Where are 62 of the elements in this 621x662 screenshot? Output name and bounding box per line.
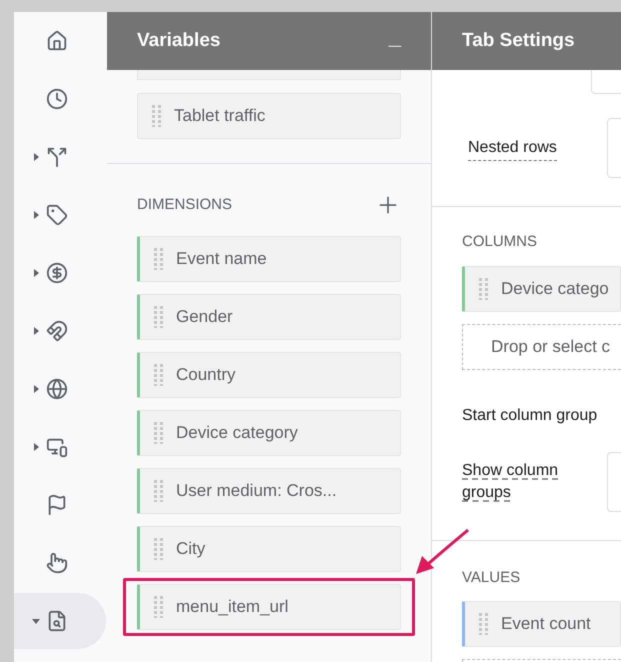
drag-handle-icon[interactable] (479, 613, 489, 635)
setting-label: Show column groups (462, 460, 560, 502)
setting-label: Nested rows (468, 136, 557, 160)
magnet-icon (46, 320, 68, 342)
variable-chip[interactable]: City (137, 526, 401, 572)
variable-chip[interactable]: Device catego (462, 266, 621, 312)
variable-chip[interactable]: Device category (137, 410, 401, 456)
panel-title: Tab Settings (462, 28, 575, 53)
chip-label: Event name (176, 248, 267, 270)
home-icon (46, 30, 68, 52)
select-field[interactable] (591, 70, 621, 94)
drag-handle-icon[interactable] (154, 538, 164, 560)
flag-icon (46, 494, 68, 516)
drag-handle-icon[interactable] (154, 306, 164, 328)
select-field[interactable] (607, 118, 621, 178)
chip-label: Device catego (501, 278, 609, 300)
caret-right-icon[interactable] (32, 385, 40, 393)
variable-chip[interactable]: Gender (137, 294, 401, 340)
pointer-icon (46, 552, 68, 574)
drag-handle-icon[interactable] (154, 364, 164, 386)
variable-chip[interactable]: menu_item_url (137, 584, 401, 630)
caret-right-icon[interactable] (32, 269, 40, 277)
drag-handle-icon[interactable] (479, 278, 489, 300)
chip-label: Country (176, 364, 236, 386)
caret-right-icon[interactable] (32, 211, 40, 219)
devices-icon (46, 436, 68, 458)
chip-label: menu_item_url (176, 596, 288, 618)
chip-label: Tablet traffic (174, 105, 266, 128)
nav-item[interactable] (14, 593, 106, 649)
minimize-button[interactable]: _ (388, 26, 401, 56)
section-heading: COLUMNS (462, 232, 538, 252)
section-heading: DIMENSIONS (137, 194, 232, 215)
caret-right-icon[interactable] (32, 153, 40, 161)
caret-right-icon[interactable] (32, 443, 40, 451)
drop-zone[interactable]: Drop or select c (462, 324, 621, 370)
caret-down-icon[interactable] (32, 617, 40, 625)
chip-label: User medium: Cros... (176, 480, 337, 502)
drag-handle-icon[interactable] (154, 596, 164, 618)
dollar-icon (46, 262, 68, 284)
drag-handle-icon[interactable] (152, 105, 162, 127)
branch-icon (46, 146, 68, 168)
globe-icon (46, 378, 68, 400)
drag-handle-icon[interactable] (154, 248, 164, 270)
chip-label: Event count (501, 613, 591, 636)
drag-handle-icon[interactable] (154, 480, 164, 502)
chip-label: City (176, 538, 206, 560)
report-icon (46, 610, 68, 632)
variable-chip[interactable]: Event count (462, 601, 621, 647)
panel-title: Variables (137, 28, 220, 53)
variable-chip[interactable]: Event name (137, 236, 401, 282)
drag-handle-icon[interactable] (154, 422, 164, 444)
clock-icon (46, 88, 68, 110)
chip-label: Gender (176, 306, 233, 328)
select-field[interactable] (607, 452, 621, 512)
tag-icon (46, 204, 68, 226)
caret-right-icon[interactable] (32, 327, 40, 335)
section-heading: VALUES (462, 568, 522, 588)
setting-label: Start column group (462, 406, 598, 426)
variable-chip[interactable]: Tablet traffic (137, 93, 401, 139)
chip-label: Device category (176, 422, 298, 444)
variable-chip[interactable]: User medium: Cros... (137, 468, 401, 514)
variable-chip[interactable]: Country (137, 352, 401, 398)
